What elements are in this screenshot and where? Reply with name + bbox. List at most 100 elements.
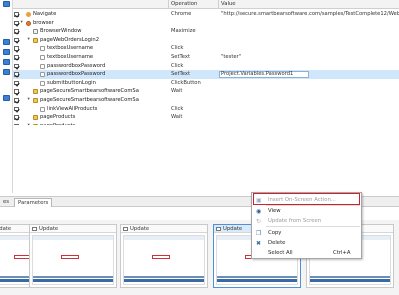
row-operation[interactable]: Click (171, 105, 183, 114)
menu-item-copy[interactable]: ❐ Copy (253, 228, 361, 238)
update-label: Update (0, 226, 12, 232)
row-enable-checkbox[interactable] (14, 29, 19, 34)
menu-item-label: Copy (268, 230, 282, 236)
grid-row[interactable]: pageSecureSmartbearsoftwareComSa Wait (13, 87, 399, 96)
grid-row[interactable]: linkViewAllProducts Click (13, 105, 399, 114)
row-item-name: textboxUsername (47, 45, 94, 52)
tab-test-steps[interactable]: es (0, 198, 12, 207)
row-enable-checkbox[interactable] (14, 106, 19, 112)
screenshot-footer (310, 279, 390, 282)
frame-header: Update (121, 225, 207, 233)
chevron-down-icon[interactable]: ▾ (28, 96, 30, 105)
row-enable-checkbox[interactable] (14, 55, 19, 60)
row-value[interactable]: "tester" (221, 53, 241, 62)
toolbar-delete-icon[interactable] (3, 69, 10, 75)
grid-row[interactable]: BrowserWindow Maximize (13, 27, 399, 36)
screenshot-banner (310, 276, 390, 278)
row-item-name: linkViewAllProducts (47, 105, 98, 112)
row-operation[interactable]: SetText (171, 53, 190, 62)
menu-item-update-from-screen[interactable]: ↻ Update from Screen (253, 216, 361, 226)
menu-shortcut: Ctrl+A (333, 250, 351, 256)
storyboard-frame[interactable]: Update (29, 224, 117, 288)
browser-icon (26, 20, 31, 26)
row-enable-checkbox[interactable] (14, 89, 19, 94)
row-enable-checkbox[interactable] (14, 63, 19, 69)
test-steps-grid: Operation Value Navigate Chrome "http://se… (0, 0, 399, 193)
tab-parameters[interactable]: Parameters (14, 198, 53, 207)
row-item-name: textboxUsername (47, 54, 94, 60)
grid-row[interactable]: pageProducts Wait (13, 113, 399, 122)
grid-row[interactable]: textboxUsername Click (13, 44, 399, 53)
toolbar-add-icon[interactable] (3, 49, 10, 55)
grid-row[interactable]: passwordboxPassword Click (13, 62, 399, 71)
column-header-operation[interactable]: Operation (171, 1, 197, 8)
row-enable-checkbox[interactable] (14, 80, 19, 86)
delete-icon: ✖ (256, 239, 262, 247)
grid-row[interactable]: ▾ browser (13, 19, 399, 28)
grid-left-gutter (0, 0, 13, 193)
grid-row[interactable]: ▾ pageWebOrdersLogin2 (13, 36, 399, 45)
update-label: Update (223, 226, 243, 232)
select-all-icon (256, 251, 261, 256)
frame-screenshot[interactable] (123, 235, 205, 285)
row-enable-checkbox[interactable] (14, 12, 19, 17)
screenshot-highlight (152, 255, 170, 260)
menu-item-select-all[interactable]: Select All Ctrl+A (253, 248, 361, 258)
grid-row[interactable]: passwordboxPassword SetText Project.Variab… (13, 70, 399, 79)
row-item-name: pageWebOrdersLogin2 (40, 36, 100, 43)
toolbar-edit-icon[interactable] (3, 39, 10, 45)
column-separator[interactable] (168, 0, 169, 9)
row-operation[interactable]: Maximize (171, 27, 196, 36)
column-separator[interactable] (218, 0, 219, 9)
chevron-down-icon[interactable]: ▾ (21, 19, 23, 28)
row-operation[interactable]: Click (171, 44, 183, 53)
toolbar-properties-icon[interactable] (3, 95, 10, 101)
row-item-name: BrowserWindow (40, 28, 82, 35)
row-enable-checkbox[interactable] (14, 20, 19, 26)
grid-row[interactable]: submitbuttonLogin ClickButton (13, 79, 399, 88)
row-operation[interactable]: SetText (171, 70, 190, 79)
row-value[interactable]: Project.Variables.Password1 (221, 70, 293, 79)
storyboard-frame[interactable]: Update (120, 224, 208, 288)
menu-separator (266, 226, 360, 227)
frame-header: Update (30, 225, 116, 233)
menu-item-insert-on-screen-action[interactable]: ▣ Insert On-Screen Action... (253, 195, 361, 205)
row-item-name: Navigate (33, 11, 57, 17)
update-checkbox[interactable] (123, 226, 128, 232)
grid-row[interactable]: Navigate Chrome "http://secure.smartbearso… (13, 10, 399, 19)
update-label: Update (130, 226, 150, 232)
row-item-name: passwordboxPassword (47, 71, 106, 78)
update-checkbox[interactable] (32, 226, 37, 232)
chevron-down-icon[interactable]: ▾ (28, 36, 30, 45)
column-header-value[interactable]: Value (221, 1, 236, 8)
row-operation[interactable]: Wait (171, 113, 182, 122)
page-icon (33, 37, 38, 43)
passwordbox-icon (40, 63, 45, 69)
row-operation[interactable]: Wait (171, 87, 182, 96)
row-enable-checkbox[interactable] (14, 98, 19, 103)
grid-row[interactable]: textboxUsername SetText "tester" (13, 53, 399, 62)
row-value[interactable]: "http://secure.smartbearsoftware.com/sam… (221, 10, 399, 19)
row-operation[interactable]: ClickButton (171, 79, 201, 88)
grid-row[interactable]: ▾ pageSecureSmartbearsoftwareComSa (13, 96, 399, 105)
menu-item-delete[interactable]: ✖ Delete (253, 238, 361, 248)
row-operation[interactable]: Click (171, 62, 183, 71)
page-icon (33, 115, 38, 121)
row-enable-checkbox[interactable] (14, 72, 19, 77)
row-item-name: pageSecureSmartbearsoftwareComSa (40, 88, 139, 95)
link-icon (40, 106, 45, 112)
grid-header: Operation Value (13, 0, 399, 9)
row-operation[interactable]: Chrome (171, 10, 191, 19)
row-enable-checkbox[interactable] (14, 37, 19, 43)
screenshot-banner (217, 276, 297, 278)
update-label: Update (39, 226, 59, 232)
row-enable-checkbox[interactable] (14, 46, 19, 51)
menu-item-view[interactable]: ◉ View (253, 206, 361, 216)
toolbar-grid-icon[interactable] (3, 1, 10, 7)
update-checkbox[interactable] (216, 226, 221, 232)
screenshot-footer (33, 279, 113, 282)
frame-screenshot[interactable] (32, 235, 114, 285)
row-enable-checkbox[interactable] (14, 115, 19, 120)
context-menu: ▣ Insert On-Screen Action... ◉ View ↻ Update … (251, 192, 362, 259)
toolbar-move-icon[interactable] (3, 59, 10, 65)
